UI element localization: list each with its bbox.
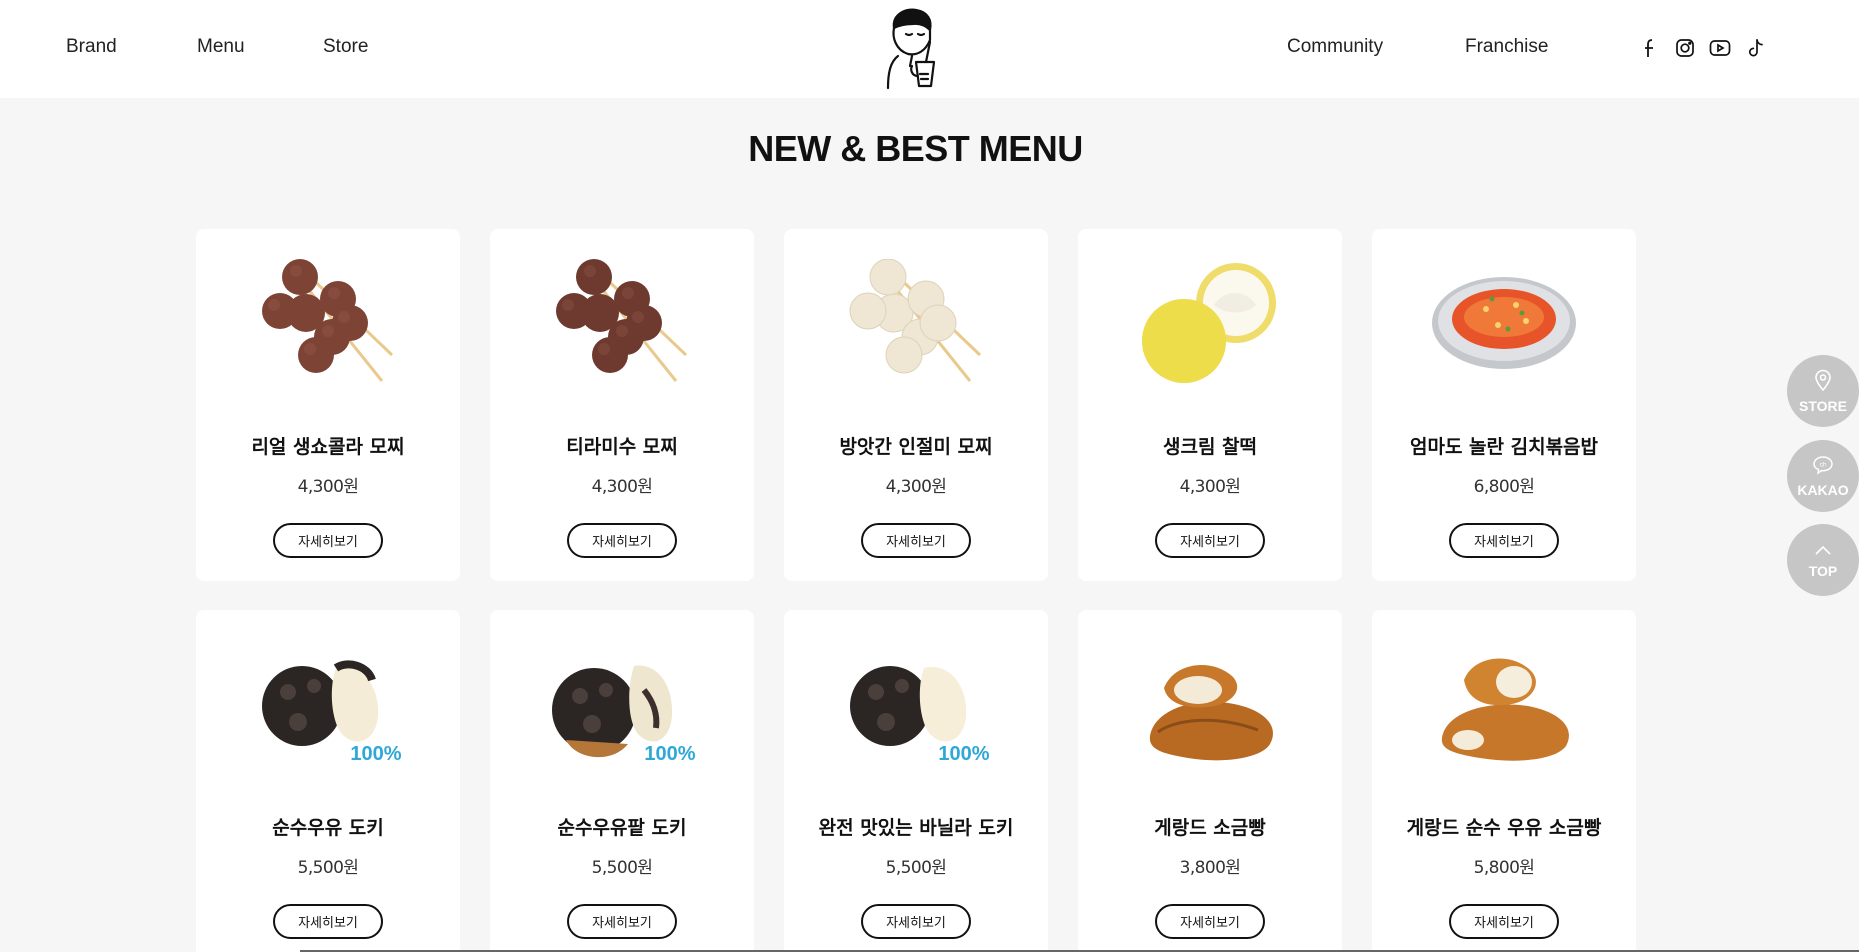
site-header: Brand Menu Store Community Franchise: [0, 0, 1859, 98]
product-card[interactable]: 방앗간 인절미 모찌 4,300원 자세히보기: [784, 229, 1048, 581]
nav-brand[interactable]: Brand: [66, 36, 117, 58]
location-pin-icon: [1814, 369, 1832, 395]
product-price: 4,300원: [297, 477, 359, 497]
kakao-float-label: KAKAO: [1797, 481, 1849, 498]
product-image: 100%: [840, 640, 992, 770]
product-badge: 100%: [644, 743, 695, 765]
store-float-label: STORE: [1799, 397, 1847, 414]
top-float-button[interactable]: TOP: [1787, 524, 1859, 596]
product-card[interactable]: 100% 순수우유팥 도키 5,500원 자세히보기: [490, 610, 754, 952]
product-image: 100%: [252, 640, 404, 770]
product-image: [252, 259, 404, 389]
view-details-button[interactable]: 자세히보기: [1449, 904, 1559, 939]
view-details-button[interactable]: 자세히보기: [567, 523, 677, 558]
kakao-float-button[interactable]: ch KAKAO: [1787, 440, 1859, 512]
product-card[interactable]: 100% 순수우유 도키 5,500원 자세히보기: [196, 610, 460, 952]
view-details-button[interactable]: 자세히보기: [273, 904, 383, 939]
product-card[interactable]: 엄마도 놀란 김치볶음밥 6,800원 자세히보기: [1372, 229, 1636, 581]
nav-community[interactable]: Community: [1287, 36, 1383, 58]
product-price: 6,800원: [1473, 477, 1535, 497]
product-price: 4,300원: [591, 477, 653, 497]
product-card[interactable]: 100% 완전 맛있는 바닐라 도키 5,500원 자세히보기: [784, 610, 1048, 952]
product-badge: 100%: [938, 743, 989, 765]
nav-franchise[interactable]: Franchise: [1465, 36, 1548, 58]
product-image: [1428, 640, 1580, 770]
facebook-icon[interactable]: [1638, 36, 1662, 60]
product-image: [1134, 640, 1286, 770]
product-badge: 100%: [350, 743, 401, 765]
tiktok-icon[interactable]: [1744, 36, 1768, 60]
product-price: 5,500원: [297, 858, 359, 878]
view-details-button[interactable]: 자세히보기: [1449, 523, 1559, 558]
view-details-button[interactable]: 자세히보기: [861, 523, 971, 558]
product-image: 100%: [546, 640, 698, 770]
product-name: 순수우유팥 도키: [557, 817, 687, 839]
product-price: 5,500원: [885, 858, 947, 878]
product-price: 3,800원: [1179, 858, 1241, 878]
view-details-button[interactable]: 자세히보기: [1155, 523, 1265, 558]
product-card[interactable]: 티라미수 모찌 4,300원 자세히보기: [490, 229, 754, 581]
view-details-button[interactable]: 자세히보기: [567, 904, 677, 939]
product-price: 4,300원: [885, 477, 947, 497]
product-name: 리얼 생쇼콜라 모찌: [251, 436, 405, 458]
product-name: 순수우유 도키: [272, 817, 384, 839]
instagram-icon[interactable]: [1673, 36, 1697, 60]
product-grid: 리얼 생쇼콜라 모찌 4,300원 자세히보기 티라미수 모찌 4,300원 자…: [196, 229, 1636, 952]
view-details-button[interactable]: 자세히보기: [1155, 904, 1265, 939]
view-details-button[interactable]: 자세히보기: [273, 523, 383, 558]
kakao-channel-icon: ch: [1812, 455, 1834, 479]
nav-menu[interactable]: Menu: [197, 36, 245, 58]
product-name: 엄마도 놀란 김치볶음밥: [1409, 436, 1599, 458]
product-price: 5,800원: [1473, 858, 1535, 878]
top-float-label: TOP: [1808, 563, 1838, 579]
product-price: 4,300원: [1179, 477, 1241, 497]
nav-store[interactable]: Store: [323, 36, 368, 58]
product-card[interactable]: 게랑드 소금빵 3,800원 자세히보기: [1078, 610, 1342, 952]
product-image: [1134, 259, 1286, 389]
product-image: [1428, 259, 1580, 389]
product-name: 생크림 찰떡: [1162, 436, 1257, 458]
store-float-button[interactable]: STORE: [1787, 355, 1859, 427]
product-price: 5,500원: [591, 858, 653, 878]
brand-logo[interactable]: [880, 6, 950, 90]
product-name: 게랑드 순수 우유 소금빵: [1406, 817, 1602, 839]
product-card[interactable]: 리얼 생쇼콜라 모찌 4,300원 자세히보기: [196, 229, 460, 581]
view-details-button[interactable]: 자세히보기: [861, 904, 971, 939]
product-name: 방앗간 인절미 모찌: [839, 436, 993, 458]
product-name: 게랑드 소금빵: [1154, 817, 1266, 839]
product-card[interactable]: 생크림 찰떡 4,300원 자세히보기: [1078, 229, 1342, 581]
product-image: [840, 258, 992, 389]
product-name: 완전 맛있는 바닐라 도키: [818, 817, 1014, 839]
page-title: NEW & BEST MENU: [748, 128, 1083, 169]
svg-text:ch: ch: [1820, 461, 1827, 468]
youtube-icon[interactable]: [1708, 36, 1732, 60]
product-image: [546, 259, 698, 389]
product-name: 티라미수 모찌: [566, 436, 678, 458]
chevron-up-icon: [1814, 541, 1832, 560]
product-card[interactable]: 게랑드 순수 우유 소금빵 5,800원 자세히보기: [1372, 610, 1636, 952]
